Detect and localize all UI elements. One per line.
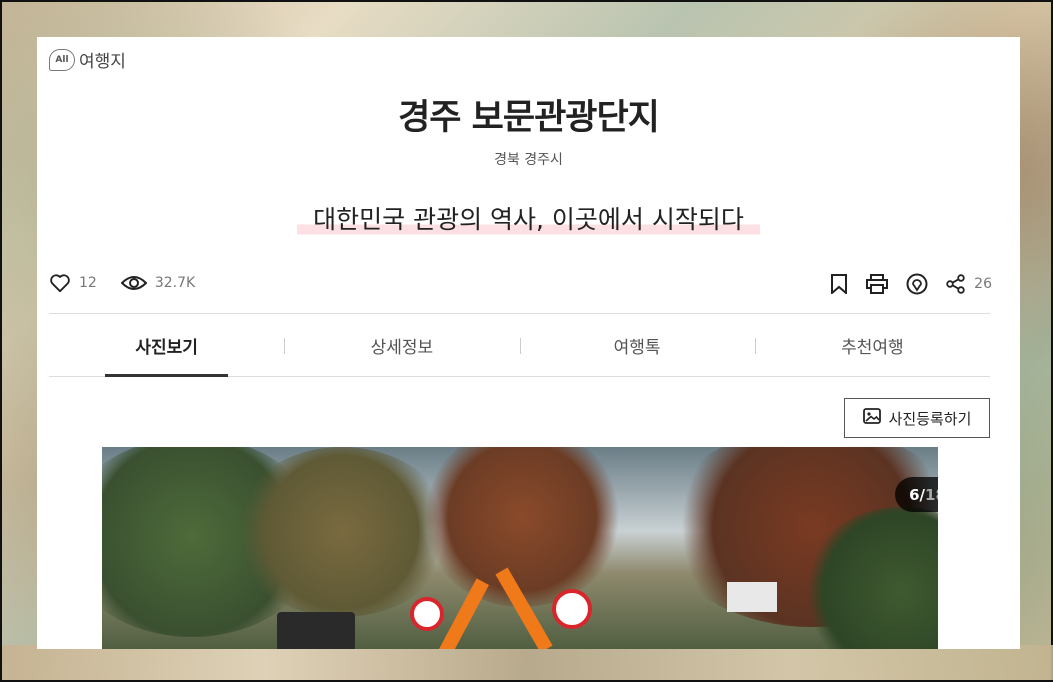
- eye-icon: [120, 274, 147, 292]
- tagline-container: 대한민국 관광의 역사, 이곳에서 시작되다: [37, 200, 1020, 236]
- image-icon: [862, 408, 881, 428]
- content-card: All 여행지 경주 보문관광단지 경북 경주시 대한민국 관광의 역사, 이곳…: [37, 37, 1020, 649]
- photo-tree: [422, 447, 622, 607]
- no-vehicle-sign-icon: [552, 589, 592, 629]
- map-pin-icon[interactable]: [906, 273, 928, 295]
- photo-building: [727, 582, 777, 612]
- photo-tree: [232, 447, 452, 617]
- page-title: 경주 보문관광단지: [398, 98, 660, 138]
- tab-details[interactable]: 상세정보: [284, 314, 519, 376]
- like-count: 12: [79, 275, 97, 291]
- all-badge-icon: All: [49, 48, 75, 71]
- share-count: 26: [974, 276, 992, 292]
- view-count: 32.7K: [154, 275, 196, 291]
- upload-photo-button[interactable]: 사진등록하기: [844, 398, 990, 438]
- print-icon[interactable]: [866, 274, 889, 294]
- photo-signboard: [277, 612, 355, 649]
- gallery-photo[interactable]: 6/18: [102, 447, 938, 649]
- gallery-total: 18: [925, 485, 938, 504]
- gallery-current: 6: [909, 485, 920, 504]
- upload-photo-label: 사진등록하기: [888, 409, 972, 428]
- stats-bar: 12 32.7K: [49, 273, 195, 293]
- no-bicycle-sign-icon: [410, 597, 444, 631]
- tab-bar: 사진보기 상세정보 여행톡 추천여행: [49, 314, 990, 377]
- tab-photos[interactable]: 사진보기: [49, 314, 284, 377]
- category-text: 여행지: [79, 52, 126, 72]
- tab-recommended[interactable]: 추천여행: [754, 314, 990, 376]
- region-label: 경북 경주시: [494, 152, 563, 168]
- bookmark-icon[interactable]: [830, 274, 848, 294]
- gallery-counter: 6/18: [895, 477, 938, 512]
- tagline: 대한민국 관광의 역사, 이곳에서 시작되다: [297, 200, 760, 236]
- heart-icon[interactable]: [49, 273, 71, 293]
- category-label[interactable]: All 여행지: [49, 47, 126, 72]
- tab-travel-talk[interactable]: 여행톡: [519, 314, 755, 376]
- action-bar: 26: [830, 273, 992, 295]
- background-strip: [2, 645, 1053, 680]
- share-icon[interactable]: [946, 274, 966, 294]
